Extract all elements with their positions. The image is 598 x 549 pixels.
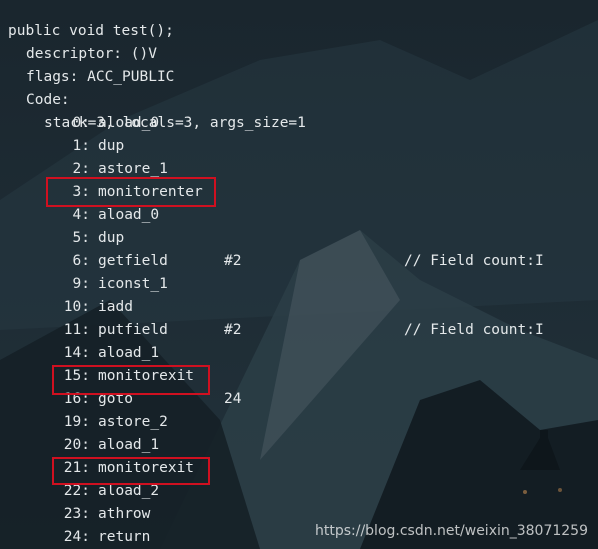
- instruction-index: 21:: [63, 460, 90, 476]
- watermark: https://blog.csdn.net/weixin_38071259: [314, 523, 588, 539]
- instruction-opcode: return: [98, 529, 151, 545]
- method-signature: public void test();: [0, 0, 174, 39]
- descriptor-line: descriptor: ()V: [0, 20, 157, 62]
- bytecode-screenshot: public void test(); descriptor: ()V flag…: [0, 0, 598, 549]
- instruction-comment: // Field count:I: [404, 253, 544, 269]
- flags-line: flags: ACC_PUBLIC: [0, 43, 174, 85]
- instruction-opcode: iconst_1: [98, 276, 168, 292]
- instruction-opcode: aload_2: [98, 483, 160, 499]
- instruction-index: 9:: [72, 276, 90, 292]
- instruction-opcode: monitorexit: [98, 460, 195, 476]
- instruction-operand: #2: [224, 322, 242, 338]
- instruction-opcode: aload_1: [98, 345, 160, 361]
- instruction-index: 19:: [63, 414, 90, 430]
- instruction-index: 15:: [63, 368, 90, 384]
- code-label-line: Code:: [0, 66, 70, 108]
- instruction-opcode: aload_1: [98, 437, 160, 453]
- stack-info-line: stack=3, locals=3, args_size=1: [0, 89, 306, 131]
- instruction-index: 22:: [63, 483, 90, 499]
- instruction-index: 10:: [63, 299, 90, 315]
- instruction-index: 2:: [72, 161, 90, 177]
- instruction-index: 1:: [72, 138, 90, 154]
- instruction-opcode: aload_0: [98, 207, 160, 223]
- instruction-opcode: putfield: [98, 322, 168, 338]
- instruction-opcode: goto: [98, 391, 133, 407]
- instruction-index: 6:: [72, 253, 90, 269]
- instruction-index: 24:: [63, 529, 90, 545]
- instruction-opcode: getfield: [98, 253, 168, 269]
- instruction-opcode: monitorenter: [98, 184, 203, 200]
- instruction-index: 11:: [63, 322, 90, 338]
- instruction-index: 3:: [72, 184, 90, 200]
- instruction-opcode: dup: [98, 138, 125, 154]
- instruction-opcode: astore_1: [98, 161, 168, 177]
- instruction-opcode: aload_0: [98, 115, 160, 131]
- instruction-opcode: dup: [98, 230, 125, 246]
- instruction-comment: // Field count:I: [404, 322, 544, 338]
- bytecode-listing: public void test(); descriptor: ()V flag…: [0, 0, 598, 549]
- instruction-index: 14:: [63, 345, 90, 361]
- instruction-index: 0:: [72, 115, 90, 131]
- instruction-opcode: astore_2: [98, 414, 168, 430]
- instruction-index: 23:: [63, 506, 90, 522]
- instruction-opcode: monitorexit: [98, 368, 195, 384]
- instruction-opcode: athrow: [98, 506, 151, 522]
- instruction-index: 4:: [72, 207, 90, 223]
- instruction-index: 5:: [72, 230, 90, 246]
- instruction-operand: #2: [224, 253, 242, 269]
- instruction-operand: 24: [224, 391, 242, 407]
- instruction-opcode: iadd: [98, 299, 133, 315]
- instruction-index: 20:: [63, 437, 90, 453]
- instruction-index: 16:: [63, 391, 90, 407]
